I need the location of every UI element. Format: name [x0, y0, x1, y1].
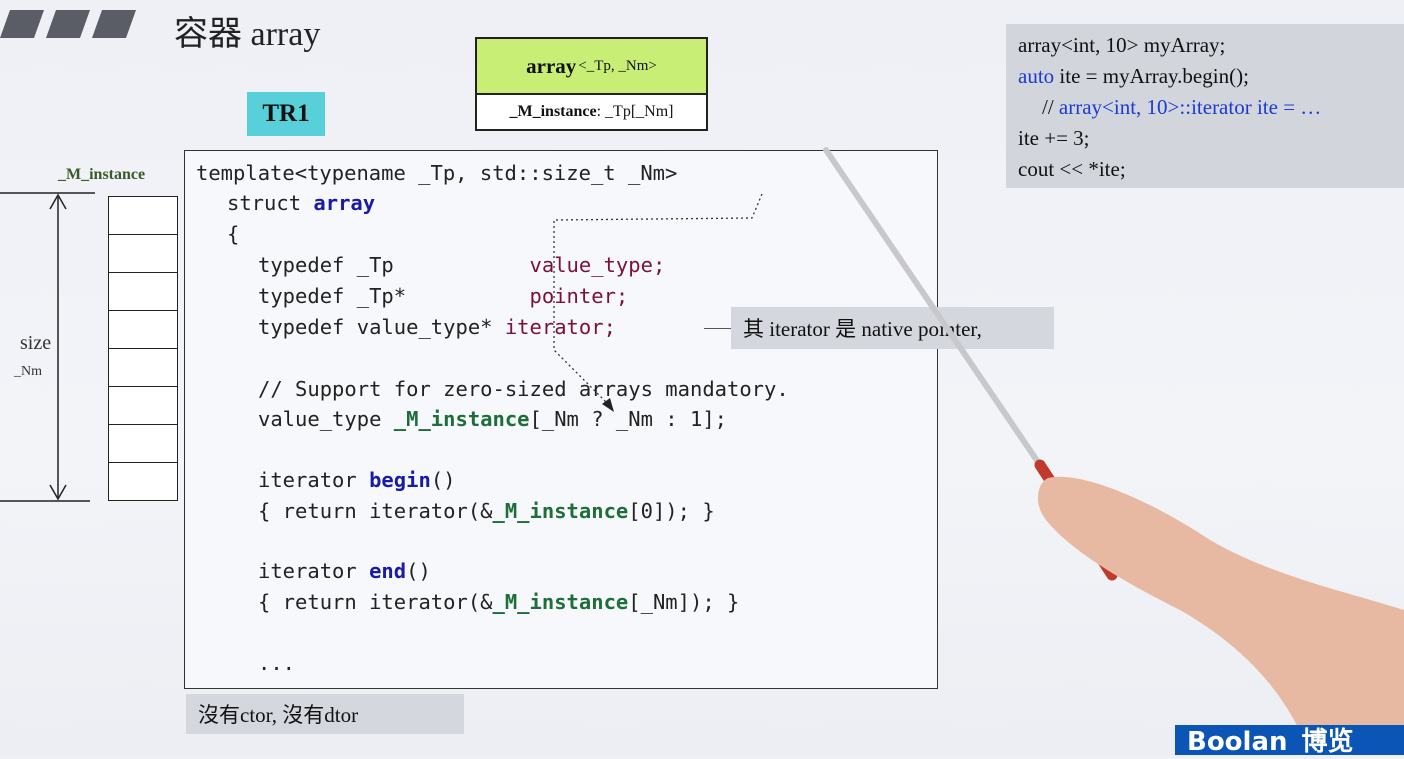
logo-text-cn: 博览: [1301, 727, 1354, 757]
logo-text: Boolan: [1187, 727, 1288, 757]
presenter-hand: [1037, 476, 1404, 755]
boolan-logo: Boolan 博览: [1175, 725, 1404, 757]
